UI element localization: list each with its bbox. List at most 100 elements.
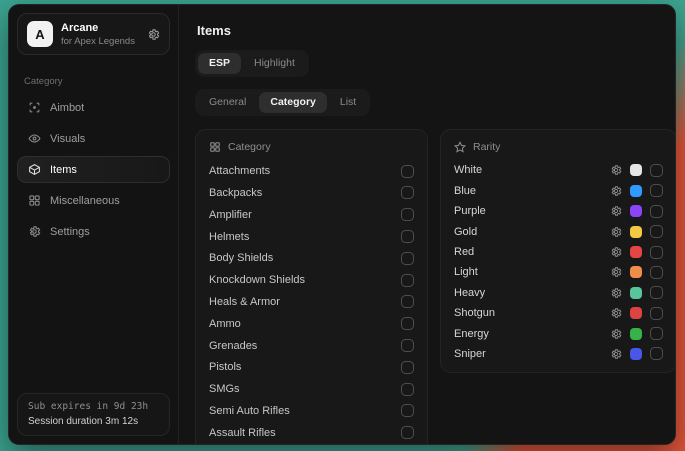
category-checkbox[interactable] [401, 274, 414, 287]
category-checkbox[interactable] [401, 317, 414, 330]
category-label: Semi Auto Rifles [209, 405, 290, 417]
tab-general[interactable]: General [198, 92, 257, 113]
gear-icon[interactable] [610, 266, 622, 278]
color-swatch[interactable] [630, 287, 642, 299]
category-row: Ammo [209, 313, 414, 335]
rarity-controls [610, 307, 663, 320]
tab-highlight[interactable]: Highlight [243, 53, 306, 74]
category-list: Attachments Backpacks Amplifier [209, 160, 414, 445]
category-checkbox[interactable] [401, 230, 414, 243]
category-label: Body Shields [209, 252, 273, 264]
category-label: Grenades [209, 340, 257, 352]
sidebar-item-settings[interactable]: Settings [17, 218, 170, 245]
tab-esp[interactable]: ESP [198, 53, 241, 74]
rarity-row: Shotgun [454, 303, 663, 323]
sidebar-item-items[interactable]: Items [17, 156, 170, 183]
color-swatch[interactable] [630, 328, 642, 340]
color-swatch[interactable] [630, 164, 642, 176]
category-checkbox[interactable] [401, 295, 414, 308]
gear-icon[interactable] [610, 226, 622, 238]
rarity-row: Purple [454, 201, 663, 221]
gear-icon[interactable] [610, 246, 622, 258]
category-checkbox[interactable] [401, 186, 414, 199]
rarity-checkbox[interactable] [650, 347, 663, 360]
category-row: Body Shields [209, 247, 414, 269]
subscription-status-card: Sub expires in 9d 23h Session duration 3… [17, 393, 170, 436]
rarity-panel-header: Rarity [454, 141, 663, 153]
category-row: Heals & Armor [209, 291, 414, 313]
category-checkbox[interactable] [401, 426, 414, 439]
category-checkbox[interactable] [401, 404, 414, 417]
gear-icon[interactable] [610, 307, 622, 319]
rarity-panel-title: Rarity [473, 141, 500, 153]
tab-list[interactable]: List [329, 92, 367, 113]
gear-icon[interactable] [147, 28, 160, 41]
category-checkbox[interactable] [401, 208, 414, 221]
sidebar-item-miscellaneous[interactable]: Miscellaneous [17, 187, 170, 214]
color-swatch[interactable] [630, 226, 642, 238]
sidebar-nav: Aimbot Visuals Items Miscellaneous Setti… [9, 94, 178, 245]
session-duration-text: Session duration 3m 12s [28, 416, 159, 427]
rarity-checkbox[interactable] [650, 266, 663, 279]
sidebar-item-aimbot[interactable]: Aimbot [17, 94, 170, 121]
sidebar-item-label: Aimbot [50, 102, 84, 114]
rarity-label: Sniper [454, 348, 486, 360]
color-swatch[interactable] [630, 205, 642, 217]
rarity-checkbox[interactable] [650, 164, 663, 177]
category-checkbox[interactable] [401, 339, 414, 352]
gear-icon[interactable] [610, 164, 622, 176]
app-window: A Arcane for Apex Legends Category Aimbo… [8, 4, 676, 445]
category-row: Amplifier [209, 204, 414, 226]
gear-icon[interactable] [610, 185, 622, 197]
category-checkbox[interactable] [401, 252, 414, 265]
app-logo: A [27, 21, 53, 47]
app-subtitle: for Apex Legends [61, 36, 135, 47]
rarity-checkbox[interactable] [650, 246, 663, 259]
sidebar-item-visuals[interactable]: Visuals [17, 125, 170, 152]
sidebar-item-label: Settings [50, 226, 90, 238]
gear-icon[interactable] [610, 287, 622, 299]
gear-icon[interactable] [610, 205, 622, 217]
rarity-checkbox[interactable] [650, 327, 663, 340]
rarity-label: Light [454, 266, 478, 278]
color-swatch[interactable] [630, 246, 642, 258]
rarity-checkbox[interactable] [650, 225, 663, 238]
category-panel: Category Attachments Backpacks [195, 129, 428, 445]
gear-icon[interactable] [610, 348, 622, 360]
sub-expires-text: Sub expires in 9d 23h [28, 401, 159, 412]
category-label: Attachments [209, 165, 270, 177]
eye-icon [28, 132, 41, 145]
rarity-checkbox[interactable] [650, 286, 663, 299]
rarity-row: Red [454, 242, 663, 262]
category-row: Attachments [209, 160, 414, 182]
rarity-row: Light [454, 262, 663, 282]
sidebar-section-label: Category [24, 76, 163, 87]
sidebar-item-label: Items [50, 164, 77, 176]
view-tab-row: General Category List [195, 89, 676, 116]
rarity-label: White [454, 164, 482, 176]
sidebar-item-label: Miscellaneous [50, 195, 120, 207]
color-swatch[interactable] [630, 185, 642, 197]
category-checkbox[interactable] [401, 383, 414, 396]
grid-icon [28, 194, 41, 207]
color-swatch[interactable] [630, 307, 642, 319]
category-label: Backpacks [209, 187, 262, 199]
color-swatch[interactable] [630, 348, 642, 360]
desktop-background: { "brand": { "logo_letter": "A", "name":… [0, 0, 685, 451]
rarity-row: Sniper [454, 344, 663, 364]
tab-category[interactable]: Category [259, 92, 327, 113]
color-swatch[interactable] [630, 266, 642, 278]
category-checkbox[interactable] [401, 361, 414, 374]
category-label: Pistols [209, 361, 241, 373]
category-row: LMGs [209, 444, 414, 445]
rarity-controls [610, 266, 663, 279]
category-checkbox[interactable] [401, 165, 414, 178]
category-row: Helmets [209, 226, 414, 248]
gear-icon[interactable] [610, 328, 622, 340]
rarity-controls [610, 286, 663, 299]
rarity-checkbox[interactable] [650, 307, 663, 320]
rarity-row: Energy [454, 323, 663, 343]
rarity-checkbox[interactable] [650, 205, 663, 218]
rarity-checkbox[interactable] [650, 184, 663, 197]
rarity-label: Shotgun [454, 307, 495, 319]
